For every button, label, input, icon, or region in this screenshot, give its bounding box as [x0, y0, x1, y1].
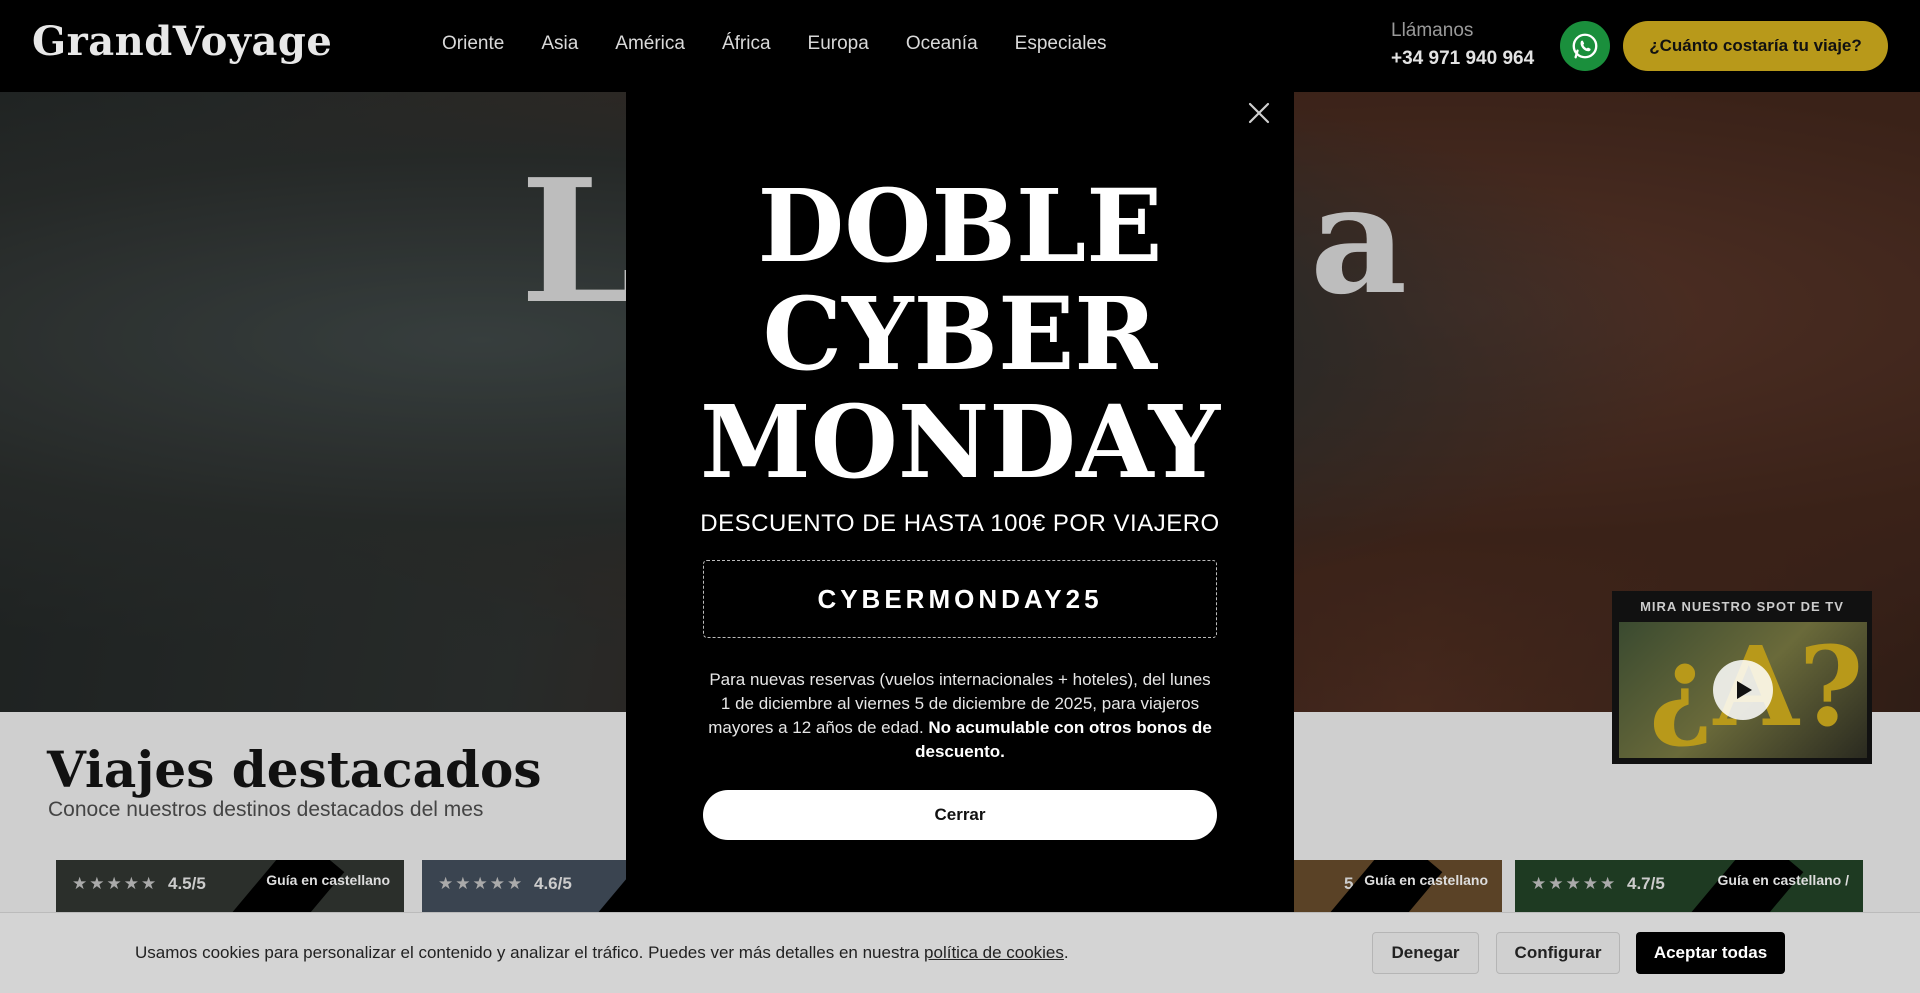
discount-text: DESCUENTO DE HASTA 100€ POR VIAJERO [700, 510, 1220, 537]
logo[interactable]: GrandVoyage [32, 18, 332, 65]
call-label: Llámanos [1391, 20, 1474, 41]
tv-spot-widget[interactable]: MIRA NUESTRO SPOT DE TV ¿A? [1612, 591, 1872, 764]
rating-value: 4.7/5 [1627, 874, 1665, 893]
phone-number[interactable]: +34 971 940 964 [1391, 48, 1534, 70]
promo-modal: DOBLE CYBER MONDAY DESCUENTO DE HASTA 10… [626, 92, 1294, 912]
cookie-message: Usamos cookies para personalizar el cont… [135, 943, 925, 962]
close-button[interactable]: Cerrar [703, 790, 1217, 840]
cookie-text: Usamos cookies para personalizar el cont… [135, 943, 1069, 963]
trip-card[interactable]: ★★★★★ 4.5/5 Guía en castellano [56, 860, 404, 920]
nav-item-asia[interactable]: Asia [541, 33, 578, 55]
nav-item-africa[interactable]: África [722, 33, 771, 55]
promo-ribbon [1686, 860, 1804, 920]
tv-spot-label: MIRA NUESTRO SPOT DE TV [1640, 599, 1844, 614]
star-rating-icon: ★★★★★ [438, 874, 525, 893]
section-subtitle: Conoce nuestros destinos destacados del … [48, 798, 484, 821]
terms-bold: No acumulable con otros bonos de descuen… [915, 718, 1212, 761]
star-rating-icon: ★★★★★ [1531, 874, 1618, 893]
guide-badge: Guía en castellano [266, 872, 390, 888]
terms-text: Para nuevas reservas (vuelos internacion… [703, 668, 1217, 764]
nav-item-america[interactable]: América [615, 33, 685, 55]
nav-item-especiales[interactable]: Especiales [1015, 33, 1107, 55]
rating-value: 4.5/5 [168, 874, 206, 893]
whatsapp-button[interactable] [1560, 21, 1610, 71]
promo-ribbon [227, 860, 345, 920]
star-rating-icon: ★★★★★ [72, 874, 159, 893]
modal-headline-line-2: CYBER [762, 275, 1158, 393]
play-icon [1737, 681, 1752, 699]
section-title: Viajes destacados [47, 740, 542, 799]
quote-button[interactable]: ¿Cuánto costaría tu viaje? [1623, 21, 1888, 71]
deny-cookies-button[interactable]: Denegar [1372, 932, 1479, 974]
cookie-policy-link[interactable]: política de cookies [924, 943, 1064, 962]
site-header: GrandVoyage Oriente Asia América África … [0, 0, 1920, 92]
close-icon[interactable] [1244, 100, 1274, 130]
accept-cookies-button[interactable]: Aceptar todas [1636, 932, 1785, 974]
whatsapp-icon [1572, 33, 1598, 59]
cookie-period: . [1063, 943, 1069, 962]
trip-card[interactable]: ★★★★★ 4.7/5 Guía en castellano / [1515, 860, 1863, 920]
hero-title-fragment-right: a [1310, 152, 1408, 328]
guide-badge: Guía en castellano [1364, 872, 1488, 888]
play-button[interactable] [1713, 660, 1773, 720]
nav-item-oriente[interactable]: Oriente [442, 33, 504, 55]
nav-item-europa[interactable]: Europa [808, 33, 869, 55]
configure-cookies-button[interactable]: Configurar [1496, 932, 1620, 974]
cookie-banner: Usamos cookies para personalizar el cont… [0, 912, 1920, 993]
modal-headline-line-1: DOBLE [757, 167, 1163, 285]
guide-badge: Guía en castellano / [1717, 872, 1850, 888]
nav-item-oceania[interactable]: Oceanía [906, 33, 978, 55]
tv-spot-video[interactable]: ¿A? [1619, 622, 1867, 758]
main-nav: Oriente Asia América África Europa Ocean… [442, 33, 1144, 55]
modal-headline-line-3: MONDAY [700, 383, 1220, 501]
hero-title-fragment-left: L [520, 142, 640, 342]
rating-value: 4.6/5 [534, 874, 572, 893]
coupon-code[interactable]: CYBERMONDAY25 [703, 560, 1217, 638]
call-block: Llámanos +34 971 940 964 [1391, 20, 1534, 70]
